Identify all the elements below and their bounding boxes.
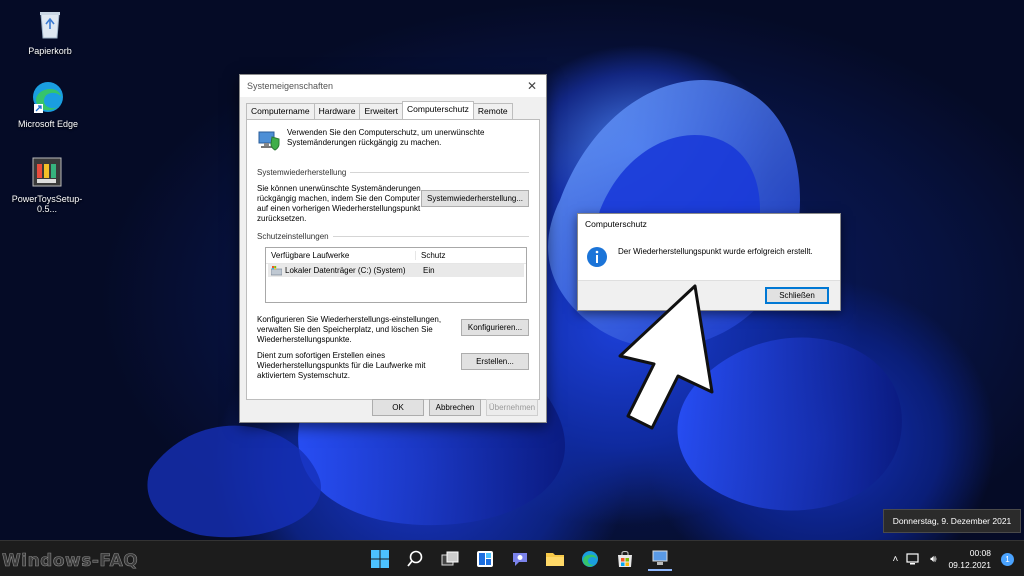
tab-computerschutz[interactable]: Computerschutz xyxy=(402,101,474,119)
restore-group-label: Systemwiederherstellung xyxy=(257,168,347,177)
settings-group-header: Schutzeinstellungen xyxy=(257,232,529,241)
tab-remote[interactable]: Remote xyxy=(472,103,513,119)
drives-list[interactable]: Verfügbare Laufwerke Schutz Lokaler Date… xyxy=(265,247,527,303)
system-properties-taskbar-button[interactable] xyxy=(648,547,672,571)
tab-strip: Computername Hardware Erweitert Computer… xyxy=(240,97,546,119)
drive-name: Lokaler Datenträger (C:) (System) xyxy=(285,266,406,275)
tab-computername[interactable]: Computername xyxy=(246,103,315,119)
volume-icon[interactable]: 🔊︎ xyxy=(924,554,942,565)
list-item[interactable]: Lokaler Datenträger (C:) (System) Ein xyxy=(268,264,524,277)
close-icon[interactable]: ✕ xyxy=(518,79,546,93)
desktop-icon-label: PowerToysSetup-0.5... xyxy=(11,194,83,214)
chat-icon xyxy=(513,553,527,566)
teams-chat-button[interactable] xyxy=(508,547,532,571)
tab-erweitert[interactable]: Erweitert xyxy=(359,103,403,119)
system-properties-window: Systemeigenschaften ✕ Computername Hardw… xyxy=(239,74,547,423)
create-button[interactable]: Erstellen... xyxy=(461,353,529,370)
configure-description: Konfigurieren Sie Wiederherstellungs-ein… xyxy=(257,315,442,344)
computer-shield-icon xyxy=(258,131,280,151)
task-view-button[interactable] xyxy=(438,547,462,571)
drives-list-header: Verfügbare Laufwerke Schutz xyxy=(266,248,526,264)
file-explorer-button[interactable] xyxy=(543,547,567,571)
store-icon xyxy=(618,551,632,567)
dialog-footer: OK Abbrechen Übernehmen xyxy=(240,392,546,422)
installer-icon xyxy=(32,157,62,187)
computer-icon xyxy=(652,550,668,565)
computerschutz-panel: Verwenden Sie den Computerschutz, um une… xyxy=(246,119,540,400)
network-icon[interactable] xyxy=(906,552,922,566)
clock-time: 00:08 xyxy=(969,548,991,558)
create-row: Dient zum sofortigen Erstellen eines Wie… xyxy=(257,351,529,381)
column-header-drives[interactable]: Verfügbare Laufwerke xyxy=(266,251,416,260)
info-icon xyxy=(587,247,607,267)
close-button[interactable]: Schließen xyxy=(765,287,829,304)
desktop-icon-label: Microsoft Edge xyxy=(17,119,79,129)
configure-button[interactable]: Konfigurieren... xyxy=(461,319,529,336)
edge-taskbar-button[interactable] xyxy=(578,547,602,571)
clock-date: 09.12.2021 xyxy=(948,560,991,570)
taskbar: Windows-FAQ ˄ 🔊︎ 00:08 09.12.2021 1 xyxy=(0,540,1024,576)
ok-button[interactable]: OK xyxy=(372,398,424,416)
search-button[interactable] xyxy=(403,547,427,571)
column-header-protection[interactable]: Schutz xyxy=(416,251,445,260)
recycle-bin-icon xyxy=(40,12,60,39)
taskbar-apps xyxy=(368,547,672,571)
intro-text: Verwenden Sie den Computerschutz, um une… xyxy=(287,128,485,147)
create-description: Dient zum sofortigen Erstellen eines Wie… xyxy=(257,351,426,380)
restore-group-header: Systemwiederherstellung xyxy=(257,168,529,177)
tab-hardware[interactable]: Hardware xyxy=(313,103,361,119)
window-titlebar[interactable]: Systemeigenschaften ✕ xyxy=(240,75,546,97)
date-tooltip: Donnerstag, 9. Dezember 2021 xyxy=(883,509,1021,533)
search-icon xyxy=(407,550,423,567)
desktop-icon-edge[interactable]: Microsoft Edge xyxy=(3,79,93,129)
windows-logo-icon xyxy=(371,550,389,568)
system-tray: ˄ 🔊︎ 00:08 09.12.2021 1 xyxy=(886,541,1024,576)
start-button[interactable] xyxy=(368,547,392,571)
clock[interactable]: 00:08 09.12.2021 xyxy=(942,547,1001,571)
watermark: Windows-FAQ xyxy=(2,551,139,572)
edge-icon xyxy=(33,82,63,113)
system-restore-button[interactable]: Systemwiederherstellung... xyxy=(421,190,529,207)
restore-row: Sie können unerwünschte Systemänderungen… xyxy=(257,184,529,224)
pointer-arrow-icon xyxy=(618,284,714,430)
drive-protection: Ein xyxy=(423,266,435,275)
message-box-title[interactable]: Computerschutz xyxy=(578,214,840,234)
widgets-icon xyxy=(477,551,493,567)
chevron-up-icon[interactable]: ˄ xyxy=(886,554,904,565)
restore-description: Sie können unerwünschte Systemänderungen… xyxy=(257,184,421,223)
configure-row: Konfigurieren Sie Wiederherstellungs-ein… xyxy=(257,315,529,345)
folder-icon xyxy=(546,553,564,566)
message-box-body: Der Wiederherstellungspunkt wurde erfolg… xyxy=(578,234,840,280)
drive-icon xyxy=(271,265,282,275)
notification-badge[interactable]: 1 xyxy=(1001,552,1014,566)
edge-icon xyxy=(582,551,598,567)
task-view-icon xyxy=(441,551,459,566)
intro-section: Verwenden Sie den Computerschutz, um une… xyxy=(257,128,529,152)
settings-group-label: Schutzeinstellungen xyxy=(257,232,329,241)
apply-button[interactable]: Übernehmen xyxy=(486,398,538,416)
message-text: Der Wiederherstellungspunkt wurde erfolg… xyxy=(618,247,813,256)
widgets-button[interactable] xyxy=(473,547,497,571)
window-title: Systemeigenschaften xyxy=(247,81,334,91)
desktop-icon-recycle-bin[interactable]: Papierkorb xyxy=(5,6,95,56)
cancel-button[interactable]: Abbrechen xyxy=(429,398,481,416)
desktop-icon-powertoys[interactable]: PowerToysSetup-0.5... xyxy=(2,154,92,214)
desktop-wallpaper: Papierkorb Microsoft Edge PowerToysSetup… xyxy=(0,0,1024,540)
desktop-icon-label: Papierkorb xyxy=(28,46,72,56)
store-button[interactable] xyxy=(613,547,637,571)
